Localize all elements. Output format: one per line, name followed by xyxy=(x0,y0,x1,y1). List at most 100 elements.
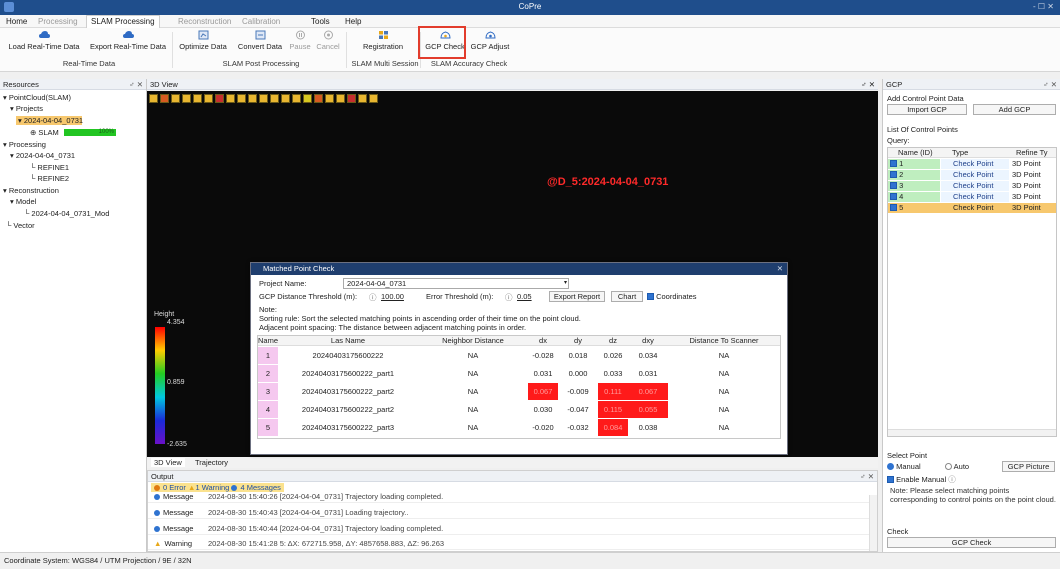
height-legend-title: Height xyxy=(154,311,175,318)
gcp-adjust-icon xyxy=(484,31,496,39)
output-row[interactable]: Message 2024-08-30 15:40:43 [2024-04-04_… xyxy=(148,507,877,519)
view-tool-icon[interactable] xyxy=(215,94,224,103)
project-name-select[interactable]: 2024-04-04_0731 ▾ xyxy=(343,278,569,289)
menu-processing[interactable]: Processing xyxy=(38,17,78,26)
view-tool-icon[interactable] xyxy=(347,94,356,103)
view-tool-icon[interactable] xyxy=(281,94,290,103)
checkbox-checked[interactable] xyxy=(890,171,897,178)
load-realtime-data-button[interactable]: Load Real-Time Data xyxy=(6,30,82,51)
group-realtime-data: Real-Time Data xyxy=(62,59,116,68)
panel-pin-close[interactable]: ♂ ✕ xyxy=(860,471,874,482)
view-tool-icon[interactable] xyxy=(204,94,213,103)
gcp-picture-button[interactable]: GCP Picture xyxy=(1002,461,1055,472)
view-tool-icon[interactable] xyxy=(193,94,202,103)
menu-help[interactable]: Help xyxy=(345,17,361,26)
gcp-row[interactable]: 3 Check Point 3D Point xyxy=(888,181,1056,191)
table-row[interactable]: 1 20240403175600222 NA -0.028 0.018 0.02… xyxy=(258,347,780,364)
view-tool-icon[interactable] xyxy=(369,94,378,103)
menu-calibration[interactable]: Calibration xyxy=(242,17,280,26)
gcp-row[interactable]: 2 Check Point 3D Point xyxy=(888,170,1056,180)
view-tool-icon[interactable] xyxy=(303,94,312,103)
view-tool-icon[interactable] xyxy=(336,94,345,103)
view-tool-icon[interactable] xyxy=(149,94,158,103)
menu-reconstruction[interactable]: Reconstruction xyxy=(178,17,231,26)
tree-item-processing[interactable]: ▾ Processing xyxy=(3,140,46,149)
registration-button[interactable]: Registration xyxy=(358,30,408,51)
export-report-button[interactable]: Export Report xyxy=(549,291,605,302)
output-row[interactable]: Message 2024-08-30 15:40:44 [2024-04-04_… xyxy=(148,523,877,535)
manual-radio[interactable]: Manual xyxy=(887,462,921,471)
view-tool-icon[interactable] xyxy=(237,94,246,103)
output-scrollbar[interactable] xyxy=(869,495,877,551)
cloud-upload-icon xyxy=(38,31,50,38)
table-row[interactable]: 5 20240403175600222_part3 NA -0.020 -0.0… xyxy=(258,419,780,436)
col-las-name: Las Name xyxy=(330,336,366,345)
tree-item-projects[interactable]: ▾ Projects xyxy=(10,104,43,113)
chart-button[interactable]: Chart xyxy=(611,291,643,302)
view-tool-icon[interactable] xyxy=(358,94,367,103)
tree-item-slam[interactable]: ⊕ SLAM xyxy=(30,128,59,137)
view-tool-icon[interactable] xyxy=(270,94,279,103)
gcp-row[interactable]: 1 Check Point 3D Point xyxy=(888,159,1056,169)
tree-item-model[interactable]: ▾ Model xyxy=(10,197,36,206)
tree-item-model-file[interactable]: └ 2024-04-04_0731_Mod xyxy=(24,209,109,218)
view-tool-icon[interactable] xyxy=(292,94,301,103)
gcp-threshold-input[interactable]: 100.00 xyxy=(381,292,404,301)
tree-item-refine2[interactable]: └ REFINE2 xyxy=(30,174,69,183)
gcp-row[interactable]: 4 Check Point 3D Point xyxy=(888,192,1056,202)
add-gcp-button[interactable]: Add GCP xyxy=(973,104,1056,115)
menu-home[interactable]: Home xyxy=(6,17,27,26)
table-row[interactable]: 3 20240403175600222_part2 NA 0.067 -0.00… xyxy=(258,383,780,400)
gcp-hscrollbar[interactable] xyxy=(888,429,1056,436)
table-row[interactable]: 2 20240403175600222_part1 NA 0.031 0.000… xyxy=(258,365,780,382)
tree-item-project-selected[interactable]: ▾ 2024-04-04_0731 xyxy=(16,116,83,125)
gcp-check-run-button[interactable]: GCP Check xyxy=(887,537,1056,548)
gcp-row-name: 4 xyxy=(888,192,940,202)
checkbox-checked[interactable] xyxy=(890,193,897,200)
tree-item-refine1[interactable]: └ REFINE1 xyxy=(30,163,69,172)
menu-tools[interactable]: Tools xyxy=(311,17,330,26)
view-tool-icon[interactable] xyxy=(226,94,235,103)
panel-pin-close[interactable]: ♂ ✕ xyxy=(129,79,143,90)
tree-item-vector[interactable]: └ Vector xyxy=(6,221,35,230)
view-tool-icon[interactable] xyxy=(182,94,191,103)
tree-item-pointcloud[interactable]: ▾ PointCloud(SLAM) xyxy=(3,93,71,102)
optimize-data-button[interactable]: Optimize Data xyxy=(176,30,230,51)
panel-pin-close[interactable]: ♂ ✕ xyxy=(1043,79,1057,90)
cancel-button[interactable]: Cancel xyxy=(314,30,342,51)
checkbox-checked[interactable] xyxy=(890,204,897,211)
export-realtime-data-button[interactable]: Export Real-Time Data xyxy=(88,30,168,51)
table-row[interactable]: 4 20240403175600222_part2 NA 0.030 -0.04… xyxy=(258,401,780,418)
coordinates-checkbox[interactable]: Coordinates xyxy=(647,292,697,301)
output-row[interactable]: ▲ Warning 2024-08-30 15:41:28 5: ΔX: 6727… xyxy=(148,538,877,550)
gcp-adjust-button[interactable]: GCP Adjust xyxy=(468,30,512,51)
view-tool-icon[interactable] xyxy=(314,94,323,103)
tab-trajectory[interactable]: Trajectory xyxy=(195,458,228,467)
auto-radio[interactable]: Auto xyxy=(945,462,969,471)
checkbox-checked[interactable] xyxy=(890,160,897,167)
cell-name: 3 xyxy=(258,383,278,400)
select-point-section: Select Point xyxy=(887,451,928,460)
dialog-title: Matched Point Check xyxy=(263,264,335,273)
view-tool-icon[interactable] xyxy=(171,94,180,103)
tree-item-reconstruction[interactable]: ▾ Reconstruction xyxy=(3,186,59,195)
info-icon xyxy=(154,494,160,500)
checkbox-checked[interactable] xyxy=(890,182,897,189)
output-row[interactable]: Message 2024-08-30 15:40:26 [2024-04-04_… xyxy=(148,491,877,503)
window-controls[interactable]: - ☐ ✕ xyxy=(1033,2,1054,11)
import-gcp-button[interactable]: Import GCP xyxy=(887,104,967,115)
view-tool-icon[interactable] xyxy=(259,94,268,103)
error-threshold-input[interactable]: 0.05 xyxy=(517,292,532,301)
view-tool-icon[interactable] xyxy=(160,94,169,103)
enable-manual-checkbox[interactable]: Enable Manual ⓘ xyxy=(887,474,956,485)
menu-slam-processing[interactable]: SLAM Processing xyxy=(86,15,160,28)
close-icon[interactable]: ✕ xyxy=(777,263,783,275)
tab-3d-view[interactable]: 3D View xyxy=(151,458,185,467)
pause-button[interactable]: Pause xyxy=(289,30,311,51)
convert-data-button[interactable]: Convert Data xyxy=(234,30,286,51)
gcp-row-selected[interactable]: 5 Check Point 3D Point xyxy=(888,203,1056,213)
view-tool-icon[interactable] xyxy=(325,94,334,103)
panel-pin-close[interactable]: ♂ ✕ xyxy=(861,80,875,89)
view-tool-icon[interactable] xyxy=(248,94,257,103)
tree-item-processing-project[interactable]: ▾ 2024-04-04_0731 xyxy=(10,151,75,160)
